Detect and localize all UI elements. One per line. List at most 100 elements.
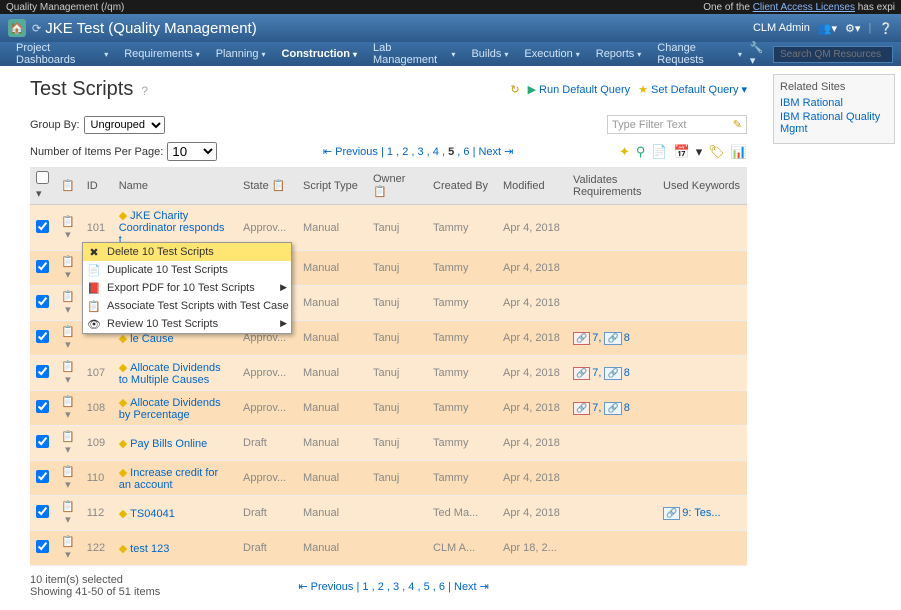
- row-kw: [657, 426, 747, 461]
- pager-page-3[interactable]: 3: [417, 146, 423, 158]
- set-default-query[interactable]: ★Set Default Query ▾: [638, 83, 747, 96]
- menu-planning[interactable]: Planning▾: [208, 44, 274, 64]
- col-owner[interactable]: Owner 📋: [367, 167, 427, 205]
- script-name-link[interactable]: test 123: [130, 543, 169, 555]
- row-menu-icon[interactable]: 📋▾: [55, 461, 81, 496]
- table-row[interactable]: 📋▾ 110 ◆Increase credit for an account A…: [30, 461, 747, 496]
- refresh-icon[interactable]: ↻: [510, 83, 519, 96]
- menu-construction[interactable]: Construction▾: [274, 44, 365, 64]
- row-menu-header[interactable]: 📋: [55, 167, 81, 205]
- menu-requirements[interactable]: Requirements▾: [116, 44, 208, 64]
- row-checkbox[interactable]: [36, 435, 49, 448]
- home-icon[interactable]: 🏠: [8, 19, 26, 37]
- col-state[interactable]: State 📋: [237, 167, 297, 205]
- script-name-link[interactable]: Allocate Dividends to Multiple Causes: [119, 362, 221, 386]
- script-name-link[interactable]: Allocate Dividends by Percentage: [119, 397, 221, 421]
- row-menu-icon[interactable]: 📋▾: [55, 391, 81, 426]
- row-checkbox[interactable]: [36, 220, 49, 233]
- items-per-page-select[interactable]: 10: [167, 142, 217, 161]
- row-type: Manual: [297, 286, 367, 321]
- kw-badge[interactable]: 🔗: [604, 402, 621, 415]
- row-menu-icon[interactable]: 📋▾: [55, 286, 81, 321]
- context-menu-item[interactable]: 📄Duplicate 10 Test Scripts: [83, 261, 291, 279]
- pager-page-4[interactable]: 4: [433, 146, 439, 158]
- pager-page-6[interactable]: 6: [463, 146, 469, 158]
- tool-icon-7[interactable]: 📊: [731, 144, 747, 160]
- script-name-link[interactable]: Increase credit for an account: [119, 467, 219, 491]
- table-row[interactable]: 📋▾ 122 ◆test 123 Draft Manual CLM A... A…: [30, 531, 747, 566]
- tool-icon-5[interactable]: ▾: [696, 144, 703, 160]
- table-row[interactable]: 📋▾ 107 ◆Allocate Dividends to Multiple C…: [30, 356, 747, 391]
- script-name-link[interactable]: le Cause: [130, 333, 173, 345]
- context-menu-item[interactable]: ✖Delete 10 Test Scripts: [83, 243, 291, 261]
- context-menu-item[interactable]: 📕Export PDF for 10 Test Scripts▶: [83, 279, 291, 297]
- table-row[interactable]: 📋▾ 109 ◆Pay Bills Online Draft Manual Ta…: [30, 426, 747, 461]
- users-icon[interactable]: 👥▾: [818, 22, 837, 35]
- kw-badge[interactable]: 🔗: [663, 507, 680, 520]
- pager-next[interactable]: Next: [478, 146, 501, 158]
- row-checkbox[interactable]: [36, 295, 49, 308]
- req-badge[interactable]: 🔗: [573, 332, 590, 345]
- mini-dashboard-icon[interactable]: 🔧▾: [750, 41, 767, 67]
- row-checkbox[interactable]: [36, 540, 49, 553]
- col-created[interactable]: Created By: [427, 167, 497, 205]
- select-all-checkbox[interactable]: [36, 171, 49, 184]
- filter-input[interactable]: Type Filter Text✎: [607, 115, 747, 134]
- req-badge[interactable]: 🔗: [573, 367, 590, 380]
- row-menu-icon[interactable]: 📋▾: [55, 356, 81, 391]
- context-menu-item[interactable]: 👁Review 10 Test Scripts▶: [83, 315, 291, 333]
- row-menu-icon[interactable]: 📋▾: [55, 321, 81, 356]
- license-link[interactable]: Client Access Licenses: [753, 2, 855, 13]
- run-default-query[interactable]: ▶Run Default Query: [528, 83, 631, 96]
- row-menu-icon[interactable]: 📋▾: [55, 496, 81, 531]
- row-checkbox[interactable]: [36, 260, 49, 273]
- kw-badge[interactable]: 🔗: [604, 332, 621, 345]
- script-name-link[interactable]: Pay Bills Online: [130, 438, 207, 450]
- script-name-link[interactable]: TS04041: [130, 508, 175, 520]
- script-name-link[interactable]: JKE Charity Coordinator responds t...: [119, 210, 225, 246]
- row-id: 110: [81, 461, 113, 496]
- row-menu-icon[interactable]: 📋▾: [55, 251, 81, 286]
- pencil-icon[interactable]: ✎: [733, 118, 742, 131]
- col-name[interactable]: Name: [113, 167, 237, 205]
- script-icon: ◆: [119, 467, 127, 479]
- tool-icon-4[interactable]: 📅: [674, 144, 690, 160]
- row-menu-icon[interactable]: 📋▾: [55, 531, 81, 566]
- row-checkbox[interactable]: [36, 505, 49, 518]
- context-menu-item[interactable]: 📋Associate Test Scripts with Test Case: [83, 297, 291, 315]
- col-type[interactable]: Script Type: [297, 167, 367, 205]
- pager-page-2[interactable]: 2: [402, 146, 408, 158]
- sidebar-link-1[interactable]: IBM Rational: [780, 97, 888, 109]
- table-row[interactable]: 📋▾ 108 ◆Allocate Dividends by Percentage…: [30, 391, 747, 426]
- table-row[interactable]: 📋▾ 112 ◆TS04041 Draft Manual Ted Ma... A…: [30, 496, 747, 531]
- row-checkbox[interactable]: [36, 330, 49, 343]
- req-badge[interactable]: 🔗: [573, 402, 590, 415]
- row-checkbox[interactable]: [36, 365, 49, 378]
- current-user[interactable]: CLM Admin: [753, 22, 810, 34]
- row-menu-icon[interactable]: 📋▾: [55, 205, 81, 251]
- menu-reports[interactable]: Reports▾: [588, 44, 650, 64]
- row-checkbox[interactable]: [36, 470, 49, 483]
- tool-icon-6[interactable]: 🏷: [708, 144, 725, 160]
- col-modified[interactable]: Modified: [497, 167, 567, 205]
- pager-page-1[interactable]: 1: [387, 146, 393, 158]
- app-link-icon[interactable]: ⟳: [32, 22, 41, 35]
- pager-prev[interactable]: Previous: [335, 146, 378, 158]
- menu-builds[interactable]: Builds▾: [463, 44, 516, 64]
- tool-icon-3[interactable]: 📄: [651, 144, 667, 160]
- sidebar-link-2[interactable]: IBM Rational Quality Mgmt: [780, 111, 888, 135]
- row-menu-icon[interactable]: 📋▾: [55, 426, 81, 461]
- menu-execution[interactable]: Execution▾: [516, 44, 587, 64]
- kw-badge[interactable]: 🔗: [604, 367, 621, 380]
- col-keywords[interactable]: Used Keywords: [657, 167, 747, 205]
- admin-icon[interactable]: ⚙▾: [845, 22, 860, 35]
- tool-icon-1[interactable]: ✦: [619, 144, 630, 160]
- col-validates[interactable]: Validates Requirements: [567, 167, 657, 205]
- group-by-select[interactable]: Ungrouped: [84, 116, 165, 134]
- help-icon[interactable]: ?: [141, 84, 148, 98]
- row-checkbox[interactable]: [36, 400, 49, 413]
- help-icon[interactable]: ❔: [879, 22, 893, 35]
- search-input[interactable]: [773, 46, 893, 63]
- col-id[interactable]: ID: [81, 167, 113, 205]
- tool-icon-2[interactable]: ⚲: [636, 144, 646, 160]
